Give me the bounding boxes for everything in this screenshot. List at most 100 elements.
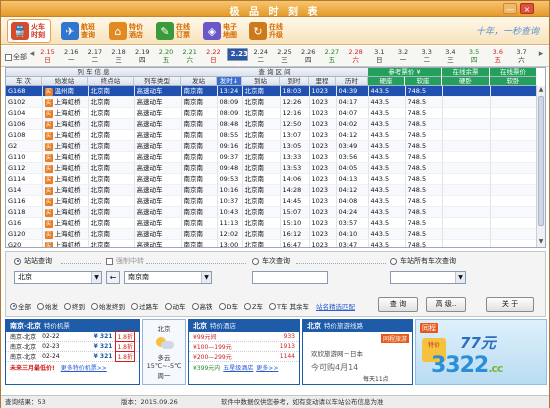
filter-option[interactable]: 动车: [164, 301, 186, 311]
column-header[interactable]: 发时↓: [217, 77, 242, 86]
date-2.15[interactable]: 2.15 日: [37, 48, 58, 65]
table-row[interactable]: G2 买上海虹桥 北京南 高速动车 南京南 09:16 北京南 13:05 1023 03:49 4…: [6, 140, 538, 152]
train-number-input[interactable]: [252, 271, 328, 284]
table-scrollbar[interactable]: ▲ ▼: [536, 86, 545, 247]
date-3.2[interactable]: 3.2 一: [393, 48, 414, 65]
query-button[interactable]: 查 询: [378, 297, 418, 312]
date-3.1[interactable]: 3.1 日: [369, 48, 390, 65]
travel-ad-panel[interactable]: 北京 特价旅游线路 同程旅游 欢欣旅游网－日本 今可购4月14 每天11点: [302, 319, 413, 385]
nav-e-map[interactable]: ◈ 电子地图: [203, 19, 239, 43]
date-2.18[interactable]: 2.18 三: [108, 48, 129, 65]
scroll-up-arrow[interactable]: ▲: [537, 86, 545, 95]
date-3.4[interactable]: 3.4 三: [440, 48, 461, 65]
table-row[interactable]: G114 买上海虹桥 北京南 高速动车 南京南 09:53 北京南 14:06 1023 04:1…: [6, 173, 538, 185]
checkbox-box[interactable]: [106, 257, 113, 265]
date-next-arrow[interactable]: ▸: [537, 49, 545, 63]
table-row[interactable]: G106 买上海虹桥 北京南 高速动车 南京南 08:48 北京南 12:50 1023 04:0…: [6, 118, 538, 130]
date-3.3[interactable]: 3.3 二: [416, 48, 437, 65]
date-2.22[interactable]: 2.22 日: [203, 48, 224, 65]
buy-ticket-button[interactable]: 买: [44, 88, 53, 96]
date-2.19[interactable]: 2.19 四: [132, 48, 153, 65]
radio[interactable]: [191, 302, 199, 310]
chevron-down-icon[interactable]: ▼: [455, 272, 465, 283]
filter-option[interactable]: 全部: [10, 301, 31, 311]
hotel-row[interactable]: ¥200—299元 1144: [189, 352, 299, 362]
buy-ticket-button[interactable]: 买: [44, 220, 53, 228]
date-2.25[interactable]: 2.25 三: [274, 48, 295, 65]
table-row[interactable]: G120 买上海虹桥 北京南 高速动车 南京南 12:02 北京南 16:12 1023 04:1…: [6, 228, 538, 240]
title-bar[interactable]: 极 品 时 刻 表 — ×: [1, 1, 549, 18]
buy-ticket-button[interactable]: 买: [44, 209, 53, 217]
buy-ticket-button[interactable]: 买: [44, 143, 53, 151]
column-header[interactable]: 发站: [181, 77, 217, 86]
transfer-option[interactable]: 强制中转: [106, 256, 144, 266]
checkbox-box[interactable]: [5, 53, 12, 61]
filter-option[interactable]: 始发: [37, 301, 58, 311]
nav-flight-query[interactable]: ✈ 航班查询: [61, 19, 97, 43]
table-row[interactable]: G14 买上海虹桥 北京南 高速动车 南京南 10:16 北京南 14:28 1023 04:12…: [6, 184, 538, 196]
flight-ad-panel[interactable]: 南京-北京 特价机票 南京-北京 02-22 ¥ 321 1.8折 南京-北京 02-23 ¥…: [5, 319, 140, 385]
filter-option[interactable]: Z车: [244, 301, 263, 311]
train-query-option[interactable]: 车次查询: [252, 256, 290, 266]
radio[interactable]: [64, 302, 71, 310]
chevron-down-icon[interactable]: ▼: [91, 272, 101, 283]
chevron-down-icon[interactable]: ▼: [201, 272, 211, 283]
buy-ticket-button[interactable]: 买: [44, 165, 53, 173]
radio[interactable]: [390, 257, 397, 265]
date-3.5[interactable]: 3.5 四: [464, 48, 485, 65]
table-row[interactable]: G104 买上海虹桥 北京南 高速动车 南京南 08:09 北京南 12:16 1023 04:0…: [6, 107, 538, 119]
all-dates-checkbox[interactable]: 全部: [5, 52, 27, 62]
buy-ticket-button[interactable]: 买: [44, 121, 53, 129]
filter-option[interactable]: T车 其余车: [268, 301, 309, 311]
about-button[interactable]: 关 于: [486, 297, 534, 312]
station-select[interactable]: ▼: [390, 271, 466, 284]
column-header[interactable]: 软卧: [490, 77, 537, 86]
buy-ticket-button[interactable]: 买: [44, 176, 53, 184]
filter-option[interactable]: 过路车: [131, 301, 159, 311]
buy-ticket-button[interactable]: 买: [44, 110, 53, 118]
nav-hotel[interactable]: ⌂ 特价酒店: [109, 19, 145, 43]
table-row[interactable]: G20 买上海虹桥 北京南 高速动车 南京南 13:00 北京南 16:47 1023 03:47…: [6, 239, 538, 247]
buy-ticket-button[interactable]: 买: [44, 242, 53, 247]
buy-ticket-button[interactable]: 买: [44, 198, 53, 206]
date-2.21[interactable]: 2.21 六: [179, 48, 200, 65]
close-button[interactable]: ×: [520, 3, 534, 14]
table-row[interactable]: G118 买上海虹桥 北京南 高速动车 南京南 10:43 北京南 15:07 1023 04:2…: [6, 206, 538, 218]
column-header[interactable]: 硬卧: [442, 77, 490, 86]
swap-stations-button[interactable]: ←: [106, 271, 120, 284]
buy-ticket-button[interactable]: 买: [44, 99, 53, 107]
buy-ticket-button[interactable]: 买: [44, 231, 53, 239]
hotel-row[interactable]: ¥100—199元 1913: [189, 342, 299, 352]
nav-train-timetable[interactable]: 🚆 火车时刻: [7, 19, 51, 43]
filter-option[interactable]: 高铁: [191, 301, 213, 311]
flight-row[interactable]: 南京-北京 02-24 ¥ 321 1.8折: [6, 351, 139, 362]
date-2.20[interactable]: 2.20 五: [156, 48, 177, 65]
from-station-select[interactable]: 北京 ▼: [14, 271, 102, 284]
column-header[interactable]: 到时: [280, 77, 309, 86]
station-fuzzy-match-link[interactable]: 站名精选匹配: [316, 301, 355, 311]
date-2.16[interactable]: 2.16 一: [61, 48, 82, 65]
radio[interactable]: [218, 302, 226, 310]
date-3.7[interactable]: 3.7 六: [511, 48, 532, 65]
table-row[interactable]: G116 买上海虹桥 北京南 高速动车 南京南 10:37 北京南 14:45 1023 04:0…: [6, 195, 538, 207]
date-2.26[interactable]: 2.26 四: [298, 48, 319, 65]
table-row[interactable]: G168 买温州南 北京南 高速动车 南京南 13:24 北京南 18:03 1023 04:39…: [6, 86, 538, 97]
column-header[interactable]: 里程: [309, 77, 336, 86]
advanced-button[interactable]: 高 级..: [426, 297, 466, 312]
table-row[interactable]: G16 买上海虹桥 北京南 高速动车 南京南 11:13 北京南 15:10 1023 03:57…: [6, 217, 538, 229]
column-header[interactable]: 始发站: [42, 77, 88, 86]
nav-upgrade[interactable]: ↻ 在线升级: [249, 19, 285, 43]
radio[interactable]: [37, 302, 44, 310]
minimize-button[interactable]: —: [503, 3, 517, 14]
filter-option[interactable]: D车: [218, 301, 238, 311]
buy-ticket-button[interactable]: 买: [44, 154, 53, 162]
nav-online-booking[interactable]: ✎ 在线订票: [156, 19, 192, 43]
date-2.28[interactable]: 2.28 六: [345, 48, 366, 65]
buy-ticket-button[interactable]: 买: [44, 132, 53, 140]
radio[interactable]: [91, 302, 98, 310]
column-header[interactable]: 列车类型: [134, 77, 181, 86]
scroll-down-arrow[interactable]: ▼: [537, 238, 545, 247]
radio[interactable]: [268, 302, 276, 310]
to-station-select[interactable]: 南京南 ▼: [124, 271, 212, 284]
buy-ticket-button[interactable]: 买: [44, 187, 53, 195]
